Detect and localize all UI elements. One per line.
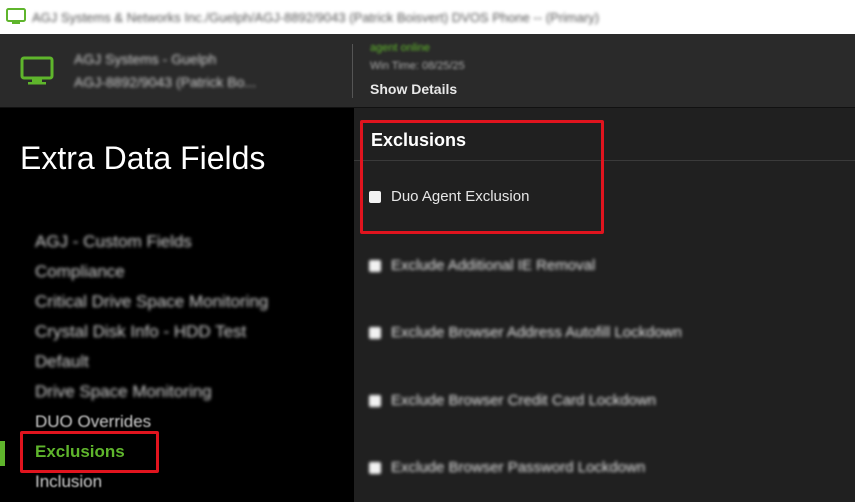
sidebar-item[interactable]: Drive Space Monitoring xyxy=(0,378,354,408)
sidebar-item-duo-overrides[interactable]: DUO Overrides xyxy=(0,408,354,438)
checkbox[interactable] xyxy=(369,394,381,407)
checkbox-label: Exclude Browser Credit Card Lockdown xyxy=(391,392,657,409)
sidebar-item-label: Inclusion xyxy=(35,472,103,491)
window-titlebar: AGJ Systems & Networks Inc./Guelph/AGJ-8… xyxy=(0,0,855,34)
exclusion-option-checkbox[interactable]: Exclude Browser Password Lockdown xyxy=(369,459,645,476)
exclusion-option-checkbox[interactable]: Exclude Browser Credit Card Lockdown xyxy=(369,392,656,409)
header-divider xyxy=(352,44,353,98)
sidebar-item-label: AGJ - Custom Fields xyxy=(35,232,192,251)
sidebar-title: Extra Data Fields xyxy=(20,140,266,176)
duo-agent-exclusion-checkbox[interactable]: Duo Agent Exclusion xyxy=(369,188,529,205)
exclusion-option-checkbox[interactable]: Exclude Additional IE Removal xyxy=(369,257,595,274)
sidebar-nav: AGJ - Custom Fields Compliance Critical … xyxy=(0,228,354,498)
checkbox[interactable] xyxy=(369,190,381,203)
status-time: Win Time: 08/25/25 xyxy=(370,60,465,72)
sidebar-item[interactable]: AGJ - Custom Fields xyxy=(0,228,354,258)
device-subtitle: AGJ-8892/9043 (Patrick Bo... xyxy=(74,74,257,90)
sidebar-item-label: DUO Overrides xyxy=(35,412,152,431)
status-text: agent online xyxy=(370,42,430,54)
sidebar-item-inclusion[interactable]: Inclusion xyxy=(0,468,354,498)
sidebar: Extra Data Fields AGJ - Custom Fields Co… xyxy=(0,108,354,502)
sidebar-item-label: Default xyxy=(35,352,89,371)
sidebar-item[interactable]: Compliance xyxy=(0,258,354,288)
checkbox[interactable] xyxy=(369,461,381,474)
show-details-link[interactable]: Show Details xyxy=(370,81,457,97)
checkbox-label: Duo Agent Exclusion xyxy=(391,188,530,205)
sidebar-item-label: Critical Drive Space Monitoring xyxy=(35,292,269,311)
section-title: Exclusions xyxy=(371,130,467,150)
sidebar-item-exclusions[interactable]: Exclusions xyxy=(0,438,354,468)
checkbox-label: Exclude Browser Address Autofill Lockdow… xyxy=(391,324,682,341)
monitor-icon xyxy=(6,8,26,24)
sidebar-item-label: Compliance xyxy=(35,262,125,281)
monitor-icon xyxy=(20,56,54,85)
window-title: AGJ Systems & Networks Inc./Guelph/AGJ-8… xyxy=(32,9,600,25)
main-panel: Exclusions Duo Agent Exclusion Exclude A… xyxy=(354,108,855,502)
checkbox[interactable] xyxy=(369,326,381,339)
sidebar-item-label: Exclusions xyxy=(35,442,125,461)
checkbox-label: Exclude Additional IE Removal xyxy=(391,257,596,274)
checkbox-label: Exclude Browser Password Lockdown xyxy=(391,459,646,476)
sidebar-item-label: Drive Space Monitoring xyxy=(35,382,212,401)
exclusion-option-checkbox[interactable]: Exclude Browser Address Autofill Lockdow… xyxy=(369,324,682,341)
sidebar-item[interactable]: Default xyxy=(0,348,354,378)
checkbox[interactable] xyxy=(369,259,381,272)
device-header: AGJ Systems - Guelph AGJ-8892/9043 (Patr… xyxy=(0,34,855,108)
sidebar-item[interactable]: Critical Drive Space Monitoring xyxy=(0,288,354,318)
sidebar-item-label: Crystal Disk Info - HDD Test xyxy=(35,322,247,341)
section-divider xyxy=(354,160,855,161)
device-name: AGJ Systems - Guelph xyxy=(74,51,217,67)
sidebar-item[interactable]: Crystal Disk Info - HDD Test xyxy=(0,318,354,348)
